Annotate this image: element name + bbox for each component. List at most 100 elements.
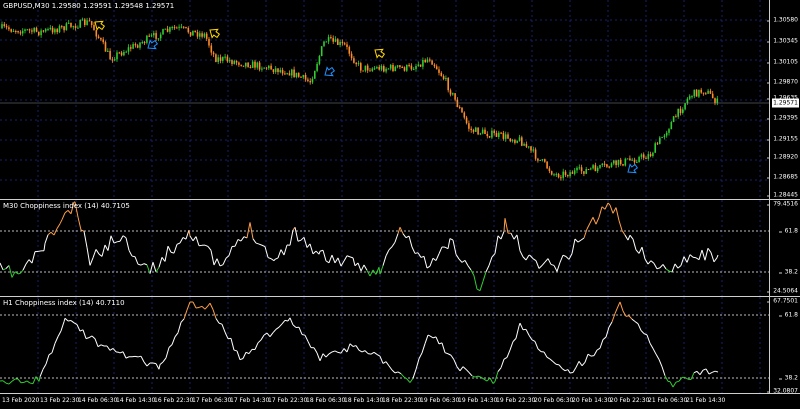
- indicator-segment: [483, 272, 486, 282]
- candle-body: [648, 154, 650, 159]
- candle-body: [300, 77, 302, 78]
- indicator-segment: [536, 261, 539, 269]
- candle-body: [73, 26, 75, 27]
- candle-body: [491, 131, 493, 138]
- indicator-segment: [147, 363, 150, 366]
- m30-choppiness-axis[interactable]: 79.4516 61.8 38.2 24.5064: [769, 200, 800, 296]
- candle-body: [158, 38, 160, 39]
- candle-body: [351, 54, 353, 59]
- candle-body: [142, 42, 144, 43]
- indicator-segment: [430, 336, 433, 338]
- candle-body: [250, 67, 252, 68]
- indicator-segment: [450, 239, 453, 241]
- indicator-segment: [217, 259, 220, 266]
- price-tick: 1.30105: [773, 59, 798, 66]
- indicator-segment: [480, 281, 483, 290]
- indicator-segment: [478, 376, 481, 377]
- indicator-segment: [45, 235, 48, 244]
- indicator-segment: [186, 230, 189, 239]
- indicator-segment: [290, 230, 293, 245]
- indicator-segment: [425, 335, 428, 344]
- candle-body: [418, 64, 420, 66]
- indicator-segment: [370, 270, 373, 276]
- indicator-segment: [523, 257, 526, 260]
- indicator-segment: [706, 369, 709, 374]
- price-tick: 1.28685: [773, 174, 798, 181]
- candle-body: [217, 57, 219, 62]
- price-plot[interactable]: [0, 0, 770, 199]
- candle-body: [535, 149, 537, 158]
- indicator-segment: [302, 334, 305, 335]
- candle-body: [411, 66, 413, 70]
- candle-body: [585, 169, 587, 174]
- candle-body: [602, 164, 604, 165]
- indicator-segment: [166, 348, 169, 358]
- indicator-segment: [255, 343, 258, 350]
- candle-body: [539, 160, 541, 161]
- indicator-segment: [101, 345, 104, 346]
- m30-choppiness-pane[interactable]: M30 Choppiness index (14) 40.7105 79.451…: [0, 200, 800, 296]
- candle-body: [33, 28, 35, 32]
- indicator-segment: [490, 378, 493, 383]
- indicator-segment: [419, 353, 422, 359]
- indicator-segment: [44, 243, 45, 250]
- indicator-segment: [196, 307, 199, 308]
- candle-body: [24, 29, 26, 30]
- h1-choppiness-pane[interactable]: H1 Choppiness index (14) 40.7110 67.7501…: [0, 297, 800, 393]
- candle-body: [282, 70, 284, 73]
- candle-body: [201, 33, 203, 36]
- indicator-segment: [3, 381, 6, 383]
- candle-body: [165, 29, 167, 30]
- candle-body: [4, 24, 6, 26]
- indicator-segment: [675, 264, 678, 268]
- price-axis[interactable]: 1.30580 1.30345 1.30105 1.29870 1.29635 …: [769, 0, 800, 199]
- indicator-segment: [520, 323, 523, 330]
- candle-body: [510, 139, 512, 142]
- time-label: 20 Feb 06:30: [534, 397, 573, 404]
- m30-choppiness-plot[interactable]: [0, 200, 770, 296]
- time-axis[interactable]: 13 Feb 2020 13 Feb 22:30 14 Feb 06:30 14…: [0, 393, 800, 409]
- candle-body: [691, 96, 693, 97]
- arrow-up-icon: [625, 162, 639, 176]
- indicator-segment: [6, 265, 9, 268]
- indicator-segment: [126, 238, 129, 251]
- indicator-segment: [573, 367, 576, 372]
- indicator-segment: [48, 232, 51, 235]
- candle-body: [521, 137, 523, 145]
- h1-choppiness-plot[interactable]: [0, 297, 770, 393]
- price-chart-pane[interactable]: GBPUSD,M30 1.29580 1.29591 1.29548 1.295…: [0, 0, 800, 199]
- candle-body: [496, 133, 498, 137]
- indicator-segment: [398, 372, 401, 374]
- candle-body: [696, 90, 698, 97]
- indicator-segment: [58, 331, 61, 337]
- candle-body: [470, 129, 472, 130]
- indicator-segment: [615, 306, 618, 313]
- indicator-segment: [591, 356, 594, 357]
- indicator-segment: [616, 207, 619, 220]
- candle-body: [482, 130, 484, 134]
- indicator-segment: [55, 337, 58, 344]
- time-label: 14 Feb 14:30: [116, 397, 155, 404]
- indicator-segment: [578, 240, 581, 242]
- candle-body: [213, 53, 215, 55]
- candle-body: [192, 31, 194, 36]
- indicator-segment: [92, 336, 95, 339]
- candle-body: [546, 162, 548, 169]
- indicator-segment: [641, 330, 644, 333]
- h1-choppiness-axis[interactable]: 67.7501 61.8 38.2 32.0807: [769, 297, 800, 393]
- indicator-segment: [347, 344, 350, 352]
- candle-body: [551, 171, 553, 174]
- indicator-segment: [144, 362, 147, 366]
- indicator-segment: [320, 354, 323, 361]
- candle-body: [208, 39, 210, 46]
- indicator-segment: [123, 352, 126, 358]
- indicator-segment: [156, 364, 159, 370]
- ind1-tick: 38.2: [785, 269, 798, 276]
- indicator-segment: [108, 236, 111, 251]
- indicator-segment: [489, 257, 492, 266]
- candle-body: [459, 107, 461, 108]
- indicator-segment: [208, 246, 211, 250]
- time-label: 17 Feb 14:30: [230, 397, 269, 404]
- indicator-segment: [472, 376, 475, 377]
- indicator-segment: [424, 256, 427, 268]
